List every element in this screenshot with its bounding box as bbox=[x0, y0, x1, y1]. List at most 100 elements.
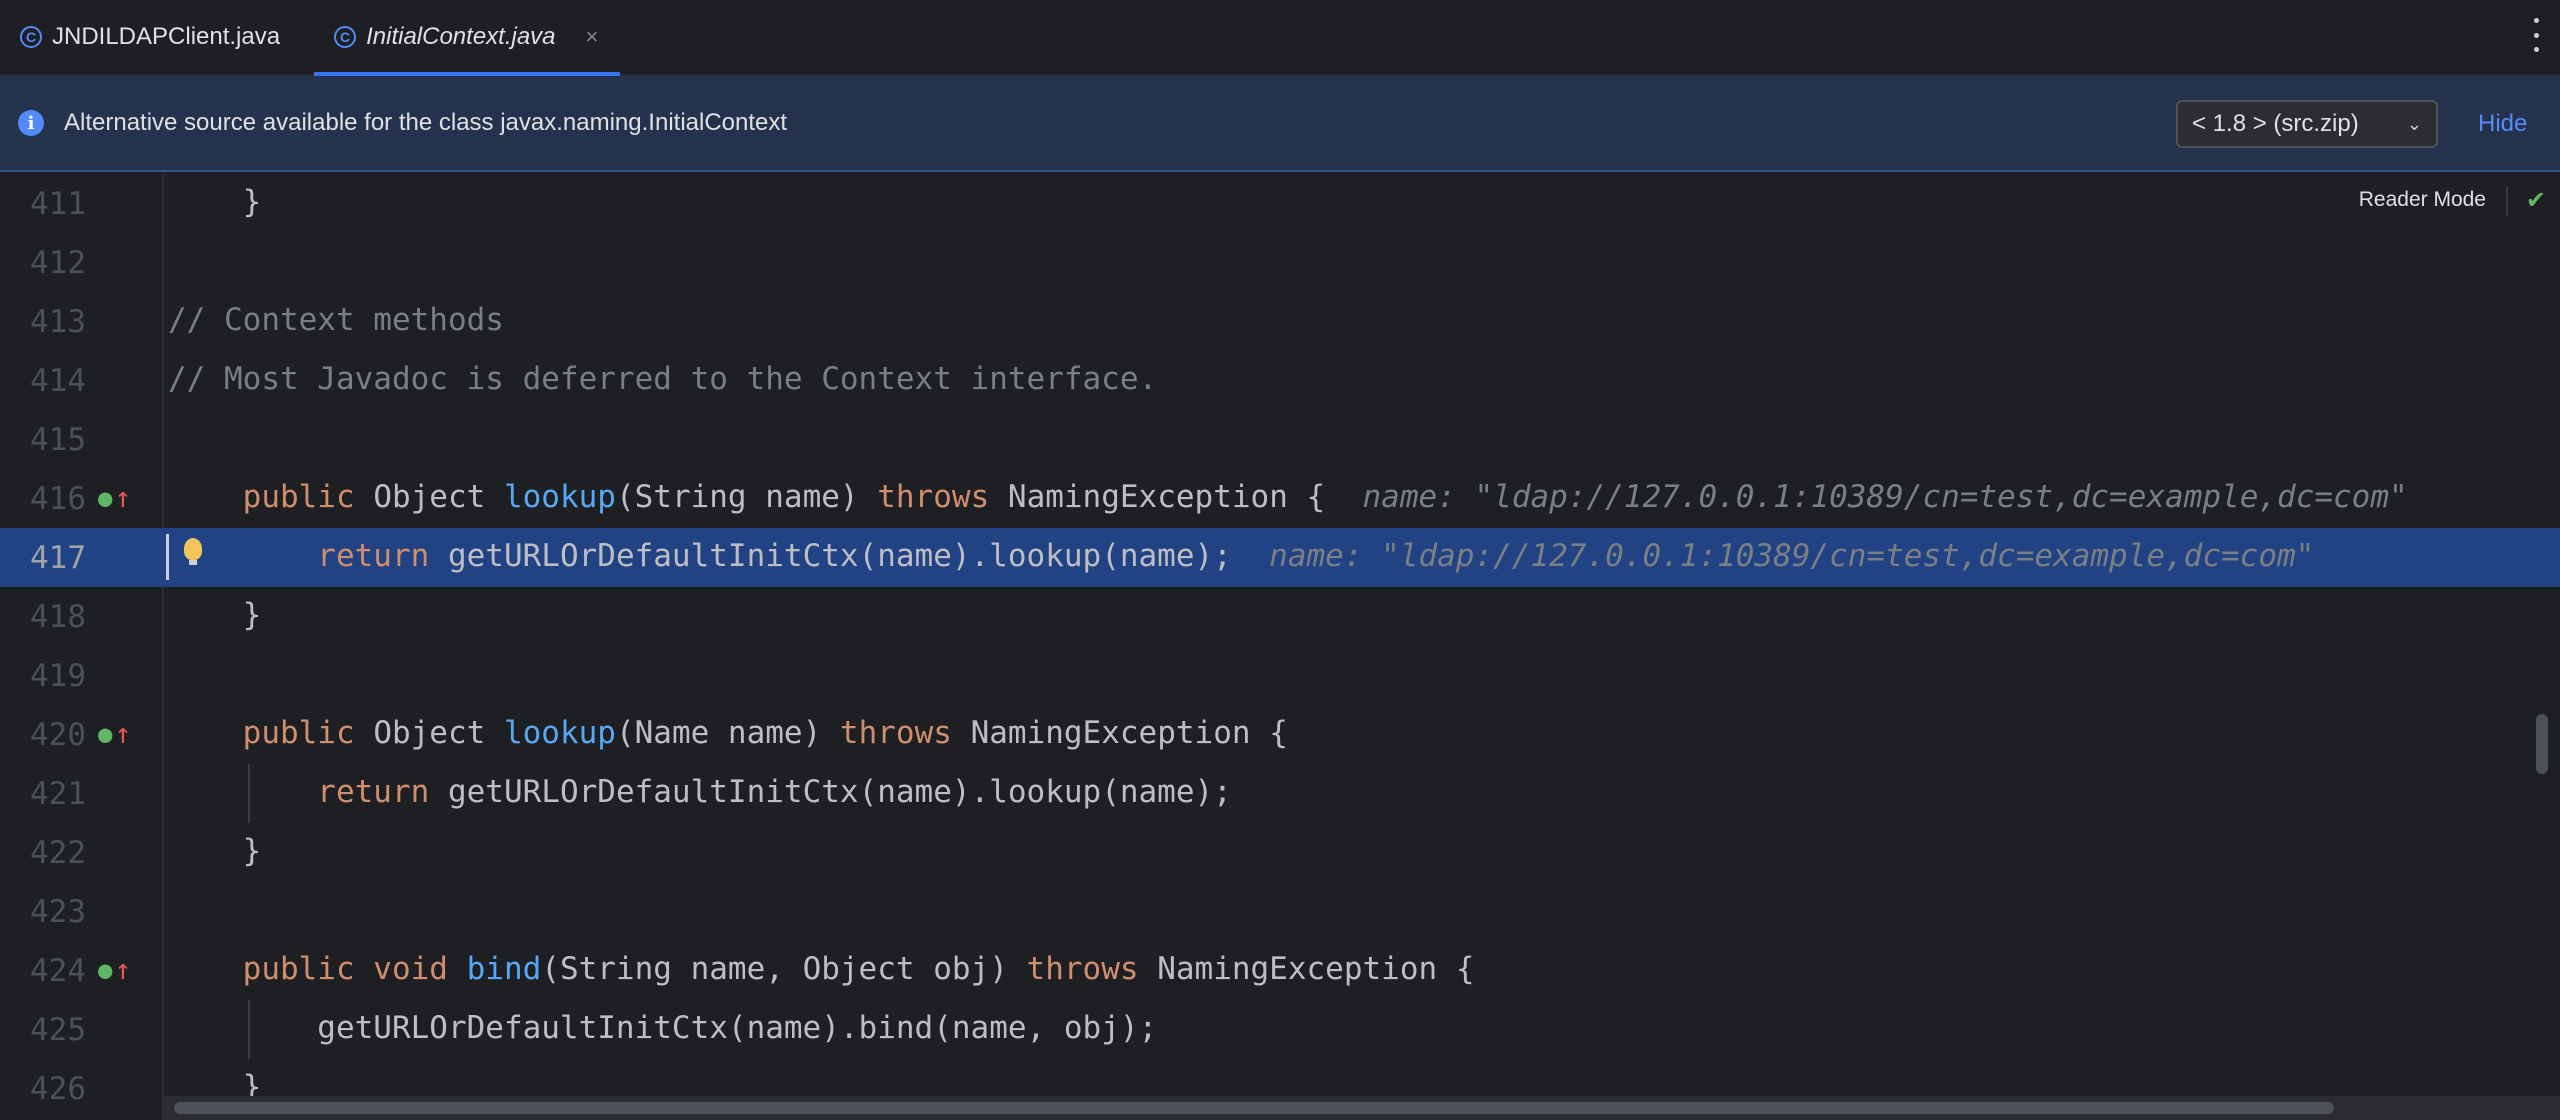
line-number[interactable]: 420 bbox=[0, 717, 86, 753]
code-line[interactable]: 425 getURLOrDefaultInitCtx(name).bind(na… bbox=[0, 1000, 2560, 1059]
code-token: throws bbox=[877, 479, 1008, 515]
code-token: public bbox=[168, 479, 374, 515]
code-line[interactable]: 424 ● ↑ public void bind(String name, Obje… bbox=[0, 941, 2560, 1000]
code-line[interactable]: 416 ● ↑ public Object lookup(String name) … bbox=[0, 469, 2560, 528]
implementation-icon: ● bbox=[98, 483, 113, 512]
tab-jndildapclient[interactable]: C JNDILDAPClient.java bbox=[0, 0, 314, 74]
check-icon[interactable]: ✔ bbox=[2526, 186, 2546, 215]
code-line[interactable]: 422 } bbox=[0, 823, 2560, 882]
more-vertical-icon[interactable] bbox=[2526, 18, 2546, 52]
line-number[interactable]: 422 bbox=[0, 835, 86, 871]
editor-tab-bar: C JNDILDAPClient.java C InitialContext.j… bbox=[0, 0, 2560, 76]
code-line[interactable]: 413 // Context methods bbox=[0, 292, 2560, 351]
code-line[interactable]: 419 bbox=[0, 646, 2560, 705]
code-text[interactable]: return getURLOrDefaultInitCtx(name).look… bbox=[168, 774, 1232, 810]
code-text[interactable]: // Context methods bbox=[168, 302, 504, 338]
tab-label: InitialContext.java bbox=[366, 23, 556, 50]
line-number[interactable]: 421 bbox=[0, 776, 86, 812]
line-number[interactable]: 416 bbox=[0, 481, 86, 517]
code-token: lookup bbox=[503, 479, 616, 515]
class-c-icon: C bbox=[334, 26, 357, 48]
code-text[interactable]: } bbox=[168, 833, 262, 869]
code-token: (String name) bbox=[615, 479, 878, 515]
code-token: getURLOrDefaultInitCtx(name).bind(name, … bbox=[168, 1010, 1158, 1046]
arrow-up-icon: ↑ bbox=[114, 481, 132, 514]
code-token: throws bbox=[839, 715, 971, 751]
code-token: public bbox=[168, 715, 374, 751]
line-number[interactable]: 414 bbox=[0, 363, 86, 399]
code-text[interactable]: } bbox=[168, 597, 262, 633]
reader-mode-toggle[interactable]: Reader Mode bbox=[2359, 188, 2486, 212]
code-token: (Name name) bbox=[615, 715, 840, 751]
code-line[interactable]: 423 bbox=[0, 882, 2560, 941]
code-line[interactable]: 420 ● ↑ public Object lookup(Name name) th… bbox=[0, 705, 2560, 764]
inline-debug-hint: name: "ldap://127.0.0.1:10389/cn=test,dc… bbox=[1362, 479, 2408, 515]
override-up-icon[interactable]: ● ↑ bbox=[98, 717, 131, 750]
code-token: return bbox=[168, 538, 448, 574]
implementation-icon: ● bbox=[98, 719, 113, 748]
code-token: NamingException { bbox=[970, 715, 1288, 751]
hide-link[interactable]: Hide bbox=[2478, 100, 2527, 148]
line-number[interactable]: 419 bbox=[0, 658, 86, 694]
current-code-line[interactable]: 417 return getURLOrDefaultInitCtx(name).… bbox=[0, 528, 2560, 587]
alternative-source-banner: i Alternative source available for the c… bbox=[0, 76, 2560, 172]
code-token: NamingException { bbox=[1007, 479, 1363, 515]
override-up-icon[interactable]: ● ↑ bbox=[98, 481, 131, 514]
code-editor[interactable]: 411 } 412 413 // Context methods 414 // Most … bbox=[0, 174, 2560, 1120]
code-token: Object bbox=[373, 715, 504, 751]
close-icon[interactable]: × bbox=[586, 24, 599, 50]
tab-initialcontext[interactable]: C InitialContext.java × bbox=[314, 0, 621, 76]
divider bbox=[2506, 186, 2508, 216]
code-line[interactable]: 411 } bbox=[0, 174, 2560, 233]
line-number[interactable]: 424 bbox=[0, 953, 86, 989]
code-token: } bbox=[168, 184, 262, 220]
line-number[interactable]: 415 bbox=[0, 422, 86, 458]
line-number[interactable]: 423 bbox=[0, 894, 86, 930]
source-select-value: < 1.8 > (src.zip) bbox=[2192, 110, 2359, 137]
code-text[interactable]: } bbox=[168, 184, 262, 220]
line-number[interactable]: 411 bbox=[0, 186, 86, 222]
code-token: NamingException { bbox=[1157, 951, 1475, 987]
source-select[interactable]: < 1.8 > (src.zip) ⌄ bbox=[2176, 100, 2438, 148]
code-line[interactable]: 421 return getURLOrDefaultInitCtx(name).… bbox=[0, 764, 2560, 823]
class-c-icon: C bbox=[20, 26, 42, 48]
vertical-scrollbar[interactable] bbox=[2536, 714, 2548, 774]
chevron-down-icon: ⌄ bbox=[2406, 113, 2422, 134]
line-number[interactable]: 413 bbox=[0, 304, 86, 340]
code-token: } bbox=[168, 597, 262, 633]
inline-debug-hint: name: "ldap://127.0.0.1:10389/cn=test,dc… bbox=[1269, 538, 2315, 574]
code-line[interactable]: 418 } bbox=[0, 587, 2560, 646]
line-number[interactable]: 418 bbox=[0, 599, 86, 635]
code-text[interactable]: public Object lookup(String name) throws… bbox=[168, 479, 2408, 515]
line-number[interactable]: 412 bbox=[0, 245, 86, 281]
line-number[interactable]: 425 bbox=[0, 1012, 86, 1048]
horizontal-scrollbar[interactable] bbox=[174, 1102, 2334, 1114]
code-token: bind bbox=[466, 951, 542, 987]
code-line[interactable]: 415 bbox=[0, 410, 2560, 469]
code-line[interactable]: 412 bbox=[0, 233, 2560, 292]
code-text[interactable]: // Most Javadoc is deferred to the Conte… bbox=[168, 361, 1157, 397]
code-text[interactable]: public void bind(String name, Object obj… bbox=[168, 951, 1475, 987]
line-number[interactable]: 417 bbox=[0, 540, 86, 576]
implementation-icon: ● bbox=[98, 955, 113, 984]
code-line[interactable]: 414 // Most Javadoc is deferred to the Co… bbox=[0, 351, 2560, 410]
banner-message: Alternative source available for the cla… bbox=[64, 109, 788, 136]
arrow-up-icon: ↑ bbox=[114, 717, 132, 750]
line-number[interactable]: 426 bbox=[0, 1071, 86, 1107]
code-token: // Context methods bbox=[168, 302, 504, 338]
code-text[interactable]: getURLOrDefaultInitCtx(name).bind(name, … bbox=[168, 1010, 1157, 1046]
code-token: } bbox=[168, 833, 262, 869]
code-text[interactable]: public Object lookup(Name name) throws N… bbox=[168, 715, 1288, 751]
code-token: (String name, Object obj) bbox=[541, 951, 1027, 987]
code-token: getURLOrDefaultInitCtx(name).lookup(name… bbox=[447, 538, 1270, 574]
info-icon: i bbox=[18, 110, 44, 136]
code-token: public void bbox=[168, 951, 467, 987]
code-token: lookup bbox=[503, 715, 616, 751]
arrow-up-icon: ↑ bbox=[114, 953, 132, 986]
code-token: throws bbox=[1026, 951, 1158, 987]
tab-label: JNDILDAPClient.java bbox=[52, 23, 281, 50]
code-token: getURLOrDefaultInitCtx(name).lookup(name… bbox=[447, 774, 1232, 810]
override-up-icon[interactable]: ● ↑ bbox=[98, 953, 131, 986]
code-text[interactable]: return getURLOrDefaultInitCtx(name).look… bbox=[168, 538, 2314, 574]
code-token: // Most Javadoc is deferred to the Conte… bbox=[168, 361, 1158, 397]
